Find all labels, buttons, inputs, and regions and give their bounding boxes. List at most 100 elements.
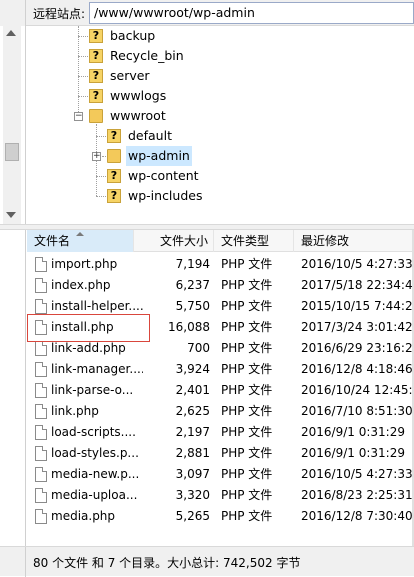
php-file-icon [35,278,47,293]
file-name: load-styles.p... [51,446,139,460]
folder-open-icon [89,109,103,123]
file-size: 3,320 [175,488,210,502]
file-name: media-uploa... [51,488,138,502]
file-modified: 2016/8/23 2:25:31 [301,488,413,502]
file-modified: 2016/6/29 23:16:29 [301,341,414,355]
question-folder-icon: ? [89,89,103,103]
file-type: PHP 文件 [221,383,273,397]
question-folder-icon: ? [89,49,103,63]
file-modified: 2016/7/10 8:51:30 [301,404,413,418]
file-name: link.php [51,404,99,418]
table-row[interactable]: link-parse-o... 2,401 PHP 文件 2016/10/24 … [27,380,414,401]
php-file-icon [35,404,47,419]
tree-item-wwwroot[interactable]: − wwwroot [0,106,414,126]
remote-site-bar: 远程站点: /www/wwwroot/wp-admin [0,0,414,26]
tree-item-label: Recycle_bin [110,48,184,63]
file-name: link-manager.... [51,362,143,376]
file-name: link-parse-o... [51,383,134,397]
file-list-header: 文件名 文件大小 文件类型 最近修改 [27,230,414,252]
file-size: 7,194 [175,257,210,271]
column-header-filetype[interactable]: 文件类型 [214,230,294,252]
table-row[interactable]: link-manager.... 3,924 PHP 文件 2016/12/8 … [27,359,414,380]
file-type: PHP 文件 [221,446,273,460]
question-folder-icon: ? [89,29,103,43]
file-type: PHP 文件 [221,320,273,334]
file-modified: 2016/12/8 7:30:40 [301,509,413,523]
file-modified: 2016/10/5 4:27:33 [301,467,413,481]
php-file-icon [35,341,47,356]
question-folder-icon: ? [107,189,121,203]
table-row[interactable]: index.php 6,237 PHP 文件 2017/5/18 22:34:4… [27,275,414,296]
file-type: PHP 文件 [221,488,273,502]
status-text: 80 个文件 和 7 个目录。大小总计: 742,502 字节 [33,556,301,570]
file-modified: 2016/10/24 12:45:31 [301,383,414,397]
tree-item-wp-content[interactable]: ? wp-content [0,166,414,186]
tree-item-label: backup [110,28,156,43]
file-type: PHP 文件 [221,257,273,271]
remote-path-field[interactable]: /www/wwwroot/wp-admin [89,2,414,24]
expand-toggle-icon[interactable]: + [92,152,101,161]
tree-item-recycle-bin[interactable]: ? Recycle_bin [0,46,414,66]
table-row[interactable]: media.php 5,265 PHP 文件 2016/12/8 7:30:40 [27,506,414,527]
file-name: load-scripts.... [51,425,136,439]
column-header-filename[interactable]: 文件名 [27,230,134,252]
table-row[interactable]: load-scripts.... 2,197 PHP 文件 2016/9/1 0… [27,422,414,443]
file-size: 3,924 [175,362,210,376]
file-name: import.php [51,257,118,271]
file-modified: 2017/3/24 3:01:42 [301,320,413,334]
file-type: PHP 文件 [221,341,273,355]
file-type: PHP 文件 [221,509,273,523]
tree-item-label: wwwlogs [110,88,167,103]
status-bar: 80 个文件 和 7 个目录。大小总计: 742,502 字节 [0,546,414,577]
table-row[interactable]: load-styles.p... 2,881 PHP 文件 2016/9/1 0… [27,443,414,464]
php-file-icon [35,425,47,440]
tree-item-label: wp-includes [128,188,203,203]
tree-item-server[interactable]: ? server [0,66,414,86]
file-size: 5,750 [175,299,210,313]
file-modified: 2016/9/1 0:31:29 [301,446,405,460]
php-file-icon [35,446,47,461]
file-modified: 2015/10/15 7:44:25 [301,299,414,313]
file-size: 2,197 [175,425,210,439]
scroll-down-arrow-icon[interactable] [6,212,16,218]
question-folder-icon: ? [107,129,121,143]
php-file-icon [35,257,47,272]
file-modified: 2016/12/8 4:18:46 [301,362,413,376]
php-file-icon [35,509,47,524]
tree-item-wp-admin[interactable]: + wp-admin [0,146,414,166]
table-row[interactable]: media-uploa... 3,320 PHP 文件 2016/8/23 2:… [27,485,414,506]
collapse-toggle-icon[interactable]: − [74,112,83,121]
file-size: 5,265 [175,509,210,523]
file-type: PHP 文件 [221,362,273,376]
file-type: PHP 文件 [221,404,273,418]
file-type: PHP 文件 [221,299,273,313]
table-row[interactable]: import.php 7,194 PHP 文件 2016/10/5 4:27:3… [27,254,414,275]
php-file-icon [35,467,47,482]
tree-item-wwwlogs[interactable]: ? wwwlogs [0,86,414,106]
php-file-icon [35,362,47,377]
remote-directory-tree: ? backup ? Recycle_bin ? server ? wwwlog… [0,26,414,224]
tree-item-backup[interactable]: ? backup [0,26,414,46]
tree-item-wp-includes[interactable]: ? wp-includes [0,186,414,206]
file-type: PHP 文件 [221,467,273,481]
file-size: 2,881 [175,446,210,460]
file-size: 2,401 [175,383,210,397]
column-header-filesize[interactable]: 文件大小 [134,230,214,252]
column-header-modified[interactable]: 最近修改 [294,230,414,252]
file-name: media-new.p... [51,467,140,481]
table-row[interactable]: media-new.p... 3,097 PHP 文件 2016/10/5 4:… [27,464,414,485]
file-size: 3,097 [175,467,210,481]
tree-item-default[interactable]: ? default [0,126,414,146]
table-row[interactable]: link.php 2,625 PHP 文件 2016/7/10 8:51:30 [27,401,414,422]
file-size: 16,088 [168,320,210,334]
tree-item-label: default [128,128,172,143]
question-folder-icon: ? [89,69,103,83]
annotation-highlight-box [27,314,150,342]
remote-file-list: 文件名 文件大小 文件类型 最近修改 import.php 7,194 PHP … [0,230,414,546]
file-size: 700 [187,341,210,355]
tree-item-label: wp-content [128,168,199,183]
sort-ascending-icon [76,232,84,236]
local-pane-edge [0,0,26,26]
folder-icon [107,149,121,163]
file-type: PHP 文件 [221,278,273,292]
